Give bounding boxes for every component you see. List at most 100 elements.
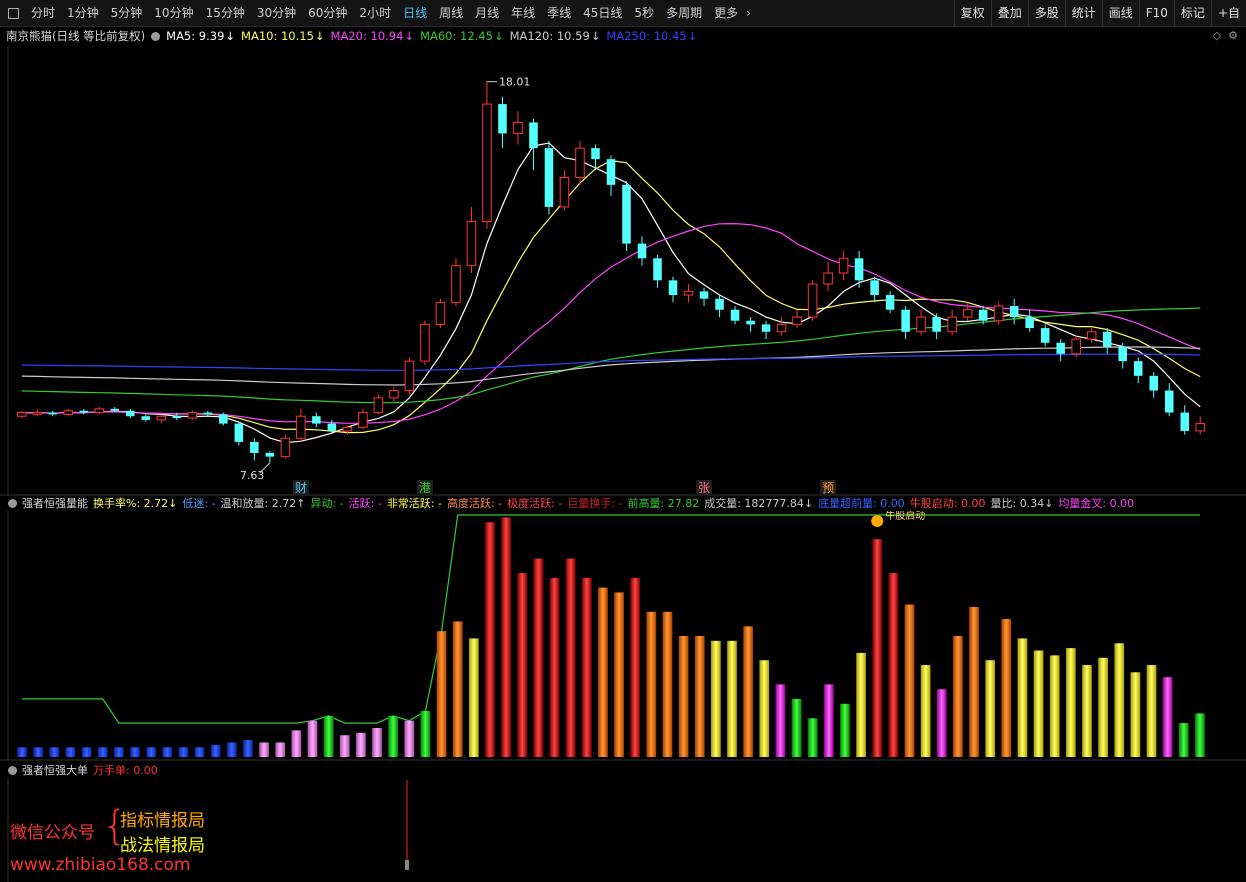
candle-body-down	[622, 184, 631, 244]
toolbar-button[interactable]: 复权	[953, 0, 991, 26]
window-icon[interactable]	[8, 7, 19, 19]
start-marker-icon	[871, 515, 884, 527]
ma-line-ma20	[21, 222, 1201, 424]
candle-body-down	[978, 309, 988, 321]
period-tab[interactable]: 60分钟	[302, 0, 353, 26]
period-tab[interactable]: 5分钟	[105, 0, 149, 26]
candle-body-up	[451, 265, 461, 303]
indicator-field: 活跃: -	[348, 497, 382, 510]
toolbar-button[interactable]: 标记	[1173, 0, 1211, 26]
candle-body-up	[792, 316, 802, 325]
toolbar-button[interactable]: +自	[1210, 0, 1246, 26]
volume-bar	[420, 711, 431, 757]
volume-bar	[146, 747, 156, 757]
period-tab[interactable]: 1分钟	[61, 0, 105, 26]
candle-body-up	[807, 283, 818, 318]
candle-body-up	[823, 272, 833, 285]
candle-body-down	[219, 414, 228, 424]
candle-body-down	[761, 324, 771, 332]
watermark-label: 微信公众号	[10, 823, 95, 843]
diamond-icon[interactable]: ◇	[1213, 29, 1221, 42]
candle-body-down	[203, 412, 213, 415]
candle-body-up	[342, 426, 353, 432]
volume-bar	[17, 747, 27, 757]
candle-body-down	[126, 410, 135, 417]
period-tab[interactable]: 2小时	[353, 0, 397, 26]
volume-indicator-chart[interactable]: 牛股启动	[0, 511, 1246, 761]
volume-bar	[1082, 665, 1092, 757]
volume-bar	[436, 631, 447, 757]
period-tab[interactable]: 多周期	[660, 0, 708, 26]
volume-bar	[678, 636, 689, 757]
period-tab[interactable]: 30分钟	[251, 0, 302, 26]
period-tab[interactable]: 5秒	[628, 0, 660, 26]
volume-bar	[259, 742, 269, 757]
volume-bar	[1049, 655, 1060, 757]
settings-circle-icon[interactable]	[151, 31, 161, 41]
volume-bar	[501, 517, 511, 757]
watermark-line2: 战法情报局	[120, 836, 205, 856]
period-tab[interactable]: 15分钟	[200, 0, 251, 26]
event-marker: 财	[295, 481, 307, 495]
chevron-right-icon[interactable]: ›	[746, 6, 751, 20]
period-tab[interactable]: 日线	[397, 0, 433, 26]
indicator-field: 异动: -	[310, 497, 344, 510]
ma-arrow: ↓	[590, 29, 601, 43]
indicator1-settings-icon[interactable]	[8, 498, 17, 508]
candle-body-up	[1086, 331, 1097, 340]
period-tab[interactable]: 10分钟	[148, 0, 199, 26]
volume-bar	[33, 747, 44, 757]
toolbar-button[interactable]: 叠加	[990, 0, 1028, 26]
toolbar-button[interactable]: 多股	[1027, 0, 1065, 26]
candle-body-down	[854, 258, 864, 281]
main-chart-header: 南京熊猫(日线 等比前复权) MA5: 9.39 ↓ MA10: 10.15 ↓ MA2…	[0, 27, 1246, 45]
candle-body-down	[141, 416, 151, 420]
volume-bar	[727, 640, 737, 757]
candle-body-down	[1040, 328, 1050, 343]
candle-body-up	[466, 221, 477, 267]
candle-body-up	[776, 323, 787, 333]
candle-body-down	[234, 423, 244, 442]
candle-body-up	[435, 301, 446, 325]
candle-body-up	[513, 121, 523, 134]
volume-bar	[630, 577, 641, 757]
volume-bar	[904, 604, 915, 757]
candle-body-up	[683, 290, 694, 296]
volume-bar	[1114, 643, 1125, 757]
candle-body-up	[993, 305, 1004, 322]
toolbar-button[interactable]: 统计	[1064, 0, 1102, 26]
volume-bar	[1001, 619, 1012, 757]
candle-body-down	[1118, 346, 1127, 362]
event-marker: 张	[698, 481, 710, 495]
volume-bar	[872, 539, 883, 757]
toolbar-button[interactable]: F10	[1138, 0, 1174, 26]
volume-bar	[388, 715, 399, 757]
volume-bar	[307, 720, 318, 757]
period-tab[interactable]: 更多	[708, 0, 744, 26]
volume-bar	[372, 727, 382, 757]
volume-bar	[823, 684, 834, 757]
candle-body-down	[312, 416, 321, 424]
period-tab[interactable]: 月线	[469, 0, 505, 26]
indicator-field: 牛股启动: 0.00	[909, 497, 986, 510]
settings-icon[interactable]: ⚙	[1225, 29, 1238, 42]
indicator-arrow: ↓	[168, 496, 178, 510]
indicator2-settings-icon[interactable]	[8, 765, 17, 775]
period-tab[interactable]: 周线	[433, 0, 469, 26]
period-tab[interactable]: 45日线	[577, 0, 628, 26]
volume-bar	[598, 587, 608, 757]
big-order-bar	[405, 860, 409, 870]
toolbar-button[interactable]: 画线	[1101, 0, 1139, 26]
volume-bar	[1178, 723, 1189, 757]
period-tab[interactable]: 年线	[505, 0, 541, 26]
watermark-line1: 指标情报局	[120, 811, 205, 831]
volume-bar	[856, 652, 866, 757]
volume-bar	[1195, 713, 1205, 757]
candlestick-chart[interactable]: 18.01 7.63 财 港 张 预	[0, 46, 1246, 496]
indicator-arrow: ↓	[803, 496, 814, 510]
indicator-field: 低迷: -	[182, 497, 216, 510]
period-tab[interactable]: 季线	[541, 0, 577, 26]
candle-body-up	[389, 390, 399, 399]
volume-bar	[936, 689, 947, 757]
period-tab[interactable]: 分时	[25, 0, 61, 26]
